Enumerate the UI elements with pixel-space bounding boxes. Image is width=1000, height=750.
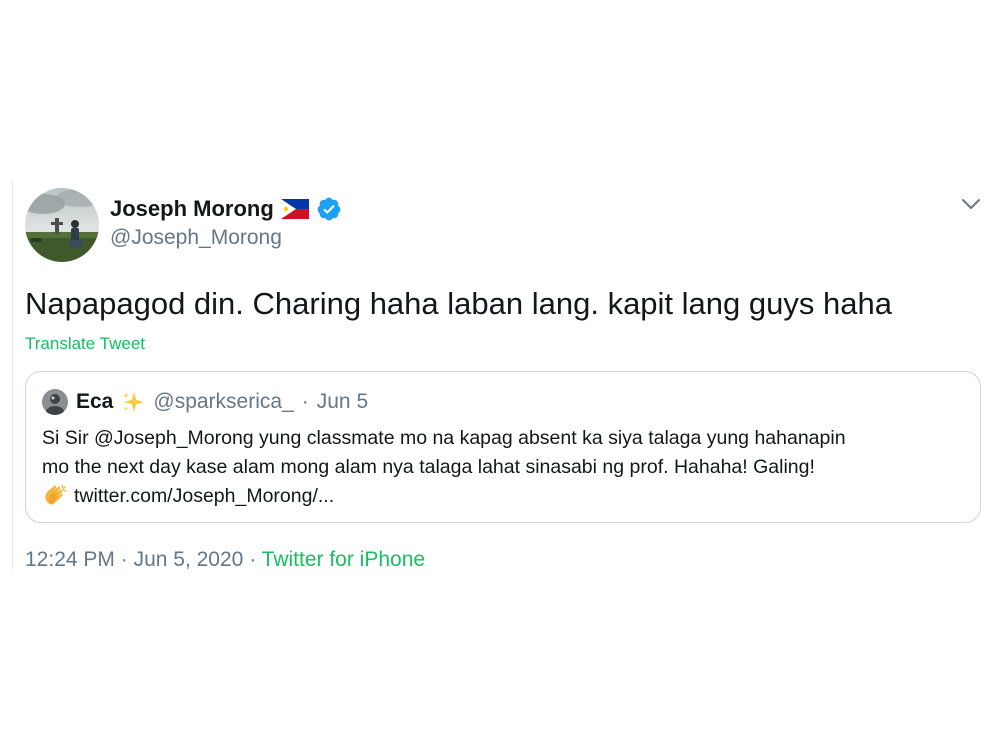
tweet-source-link[interactable]: Twitter for iPhone xyxy=(262,548,425,571)
quoted-tweet-body: Si Sir @Joseph_Morong yung classmate mo … xyxy=(42,424,972,511)
author-name-row[interactable]: Joseph Morong xyxy=(110,196,342,222)
author-name[interactable]: Joseph Morong xyxy=(110,196,274,222)
tweet-date[interactable]: Jun 5, 2020 xyxy=(134,548,244,571)
quoted-text-line-1: Si Sir @Joseph_Morong yung classmate mo … xyxy=(42,427,846,449)
quoted-author-handle: @sparkserica_ xyxy=(153,390,294,413)
avatar-photo xyxy=(25,188,99,262)
sparkles-icon xyxy=(122,392,145,412)
quoted-avatar-photo xyxy=(42,389,68,415)
timeline-rule xyxy=(12,180,13,570)
quoted-tweet-header: Eca @sparkserica_ · Jun 5 xyxy=(42,389,368,415)
meta-separator: · xyxy=(120,548,128,571)
meta-separator: · xyxy=(249,548,257,571)
tweet-meta: 12:24 PM · Jun 5, 2020 · Twitter for iPh… xyxy=(25,548,425,572)
quoted-date: Jun 5 xyxy=(316,390,369,413)
avatar[interactable] xyxy=(25,188,99,262)
quoted-link[interactable]: twitter.com/Joseph_Morong/... xyxy=(74,485,334,507)
quoted-link-line: twitter.com/Joseph_Morong/... xyxy=(42,482,972,511)
translate-tweet-link[interactable]: Translate Tweet xyxy=(25,334,145,354)
philippines-flag-icon xyxy=(280,199,309,219)
author-handle[interactable]: @Joseph_Morong xyxy=(110,226,282,250)
tweet-time[interactable]: 12:24 PM xyxy=(25,548,115,571)
tweet-text: Napapagod din. Charing haha laban lang. … xyxy=(25,286,892,321)
clapping-hands-icon xyxy=(45,484,67,505)
quoted-tweet-card[interactable]: Eca @sparkserica_ · Jun 5 Si Sir @Joseph… xyxy=(25,371,981,523)
quoted-author-name: Eca xyxy=(76,390,114,413)
verified-badge-icon xyxy=(317,197,341,221)
chevron-down-icon[interactable] xyxy=(960,196,982,212)
quoted-separator: · xyxy=(301,390,309,413)
quoted-text-line-2: mo the next day kase alam mong alam nya … xyxy=(42,456,815,478)
quoted-avatar xyxy=(42,389,68,415)
